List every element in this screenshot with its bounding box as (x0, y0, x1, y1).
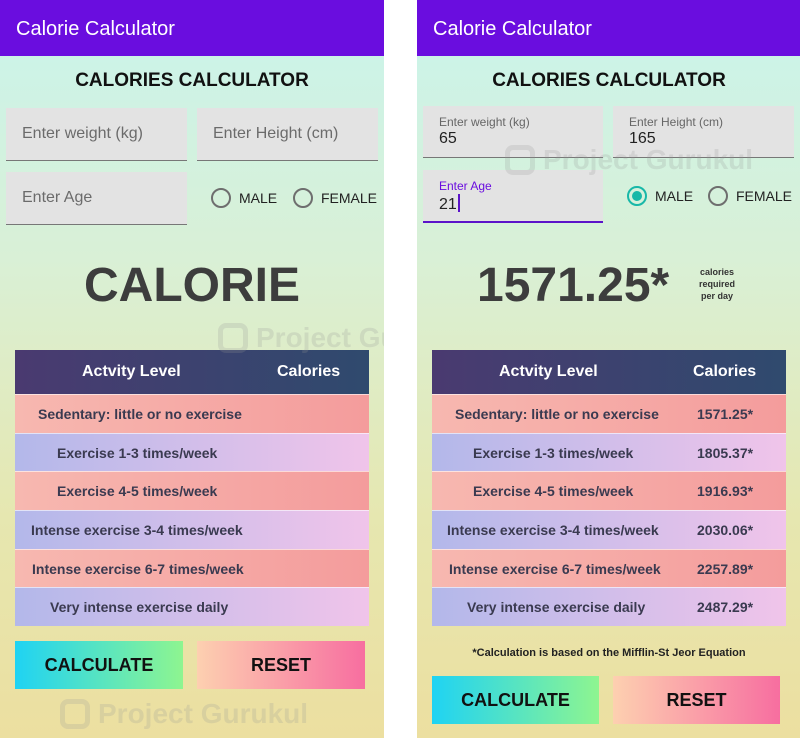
height-label: Enter Height (cm) (629, 115, 724, 129)
table-header: Actvity Level Calories (15, 350, 369, 394)
calorie-result: 1571.25* (477, 259, 670, 312)
female-radio[interactable]: FEMALE (708, 186, 792, 206)
female-label: FEMALE (736, 188, 793, 204)
row-activity: Sedentary: little or no exercise (38, 406, 242, 422)
radio-male-icon (211, 188, 231, 208)
age-value: 21 (439, 194, 460, 214)
row-activity: Very intense exercise daily (50, 599, 229, 616)
page-heading: CALORIES CALCULATOR (492, 70, 726, 91)
age-label: Enter Age (439, 179, 492, 193)
header-activity: Actvity Level (82, 363, 181, 380)
height-placeholder: Enter Height (cm) (213, 125, 339, 142)
table-row: Intense exercise 6-7 times/week 2257.89* (432, 548, 786, 588)
row-activity: Very intense exercise daily (467, 599, 646, 616)
table-row: Intense exercise 3-4 times/week (15, 510, 369, 549)
row-calories: 2030.06* (697, 522, 754, 539)
text-cursor (457, 194, 460, 212)
radio-female-icon (293, 188, 313, 208)
age-input[interactable]: Enter Age (6, 172, 187, 225)
app-bar: Calorie Calculator (417, 0, 800, 56)
activity-table: Actvity Level Calories Sedentary: little… (432, 350, 786, 627)
watermark-logo-icon (505, 145, 535, 175)
row-calories: 1805.37* (697, 444, 754, 461)
row-activity: Intense exercise 6-7 times/week (449, 560, 661, 577)
watermark-logo-icon (60, 699, 90, 729)
app-title: Calorie Calculator (16, 18, 175, 40)
row-activity: Exercise 4-5 times/week (57, 483, 218, 500)
row-activity: Sedentary: little or no exercise (455, 406, 659, 422)
weight-placeholder: Enter weight (kg) (22, 125, 143, 142)
watermark: Project Gurukul (505, 144, 753, 176)
header-calories: Calories (693, 363, 757, 380)
watermark-logo-icon (218, 323, 248, 353)
reset-button[interactable]: RESET (613, 676, 780, 724)
right-screen: Calorie Calculator CALORIES CALCULATOR E… (417, 0, 800, 738)
table-row: Intense exercise 6-7 times/week (15, 548, 369, 588)
age-input[interactable]: Enter Age 21 (423, 170, 603, 223)
female-radio[interactable]: FEMALE (293, 188, 377, 208)
table-header: Actvity Level Calories (432, 350, 786, 394)
table-row: Intense exercise 3-4 times/week 2030.06* (432, 510, 786, 549)
male-label: MALE (655, 188, 694, 204)
header-activity: Actvity Level (499, 363, 598, 380)
row-calories: 1916.93* (697, 483, 754, 500)
row-activity: Intense exercise 3-4 times/week (31, 522, 243, 539)
calorie-result: CALORIE (84, 259, 300, 312)
female-label: FEMALE (321, 190, 378, 206)
table-row: Sedentary: little or no exercise 1571.25* (432, 394, 786, 433)
table-row: Exercise 1-3 times/week 1805.37* (432, 432, 786, 472)
age-placeholder: Enter Age (22, 189, 93, 206)
result-unit-note: calories required per day (698, 267, 735, 301)
table-row: Exercise 4-5 times/week (15, 471, 369, 511)
watermark: Project Gurukul (218, 322, 384, 354)
table-row: Sedentary: little or no exercise (15, 394, 369, 433)
weight-value: 65 (439, 130, 457, 147)
row-activity: Exercise 4-5 times/week (473, 483, 634, 500)
row-activity: Intense exercise 6-7 times/week (32, 560, 244, 577)
row-calories: 1571.25* (697, 406, 754, 422)
male-label: MALE (239, 190, 278, 206)
row-calories: 2487.29* (697, 599, 754, 616)
height-input[interactable]: Enter Height (cm) (197, 108, 378, 161)
table-row: Exercise 4-5 times/week 1916.93* (432, 471, 786, 511)
reset-button[interactable]: RESET (197, 641, 365, 689)
male-radio[interactable]: MALE (627, 186, 693, 206)
app-bar: Calorie Calculator (0, 0, 384, 56)
table-row: Exercise 1-3 times/week (15, 432, 369, 472)
page-heading: CALORIES CALCULATOR (75, 70, 309, 91)
watermark: Project Gurukul (60, 698, 308, 730)
table-row: Very intense exercise daily 2487.29* (432, 587, 786, 627)
left-screen: Calorie Calculator CALORIES CALCULATOR E… (0, 0, 384, 738)
app-title: Calorie Calculator (433, 18, 592, 40)
male-radio[interactable]: MALE (211, 188, 277, 208)
weight-input[interactable]: Enter weight (kg) (6, 108, 187, 161)
equation-footnote: *Calculation is based on the Mifflin-St … (472, 647, 746, 659)
row-calories: 2257.89* (697, 560, 754, 577)
radio-male-selected-icon (627, 186, 647, 206)
row-activity: Exercise 1-3 times/week (57, 444, 218, 461)
row-activity: Exercise 1-3 times/week (473, 444, 634, 461)
calculate-button[interactable]: CALCULATE (15, 641, 183, 689)
table-row: Very intense exercise daily (15, 587, 369, 627)
row-activity: Intense exercise 3-4 times/week (447, 522, 659, 539)
radio-female-icon (708, 186, 728, 206)
calculate-button[interactable]: CALCULATE (432, 676, 599, 724)
header-calories: Calories (277, 363, 341, 380)
weight-label: Enter weight (kg) (439, 115, 530, 129)
activity-table: Actvity Level Calories Sedentary: little… (15, 350, 369, 627)
